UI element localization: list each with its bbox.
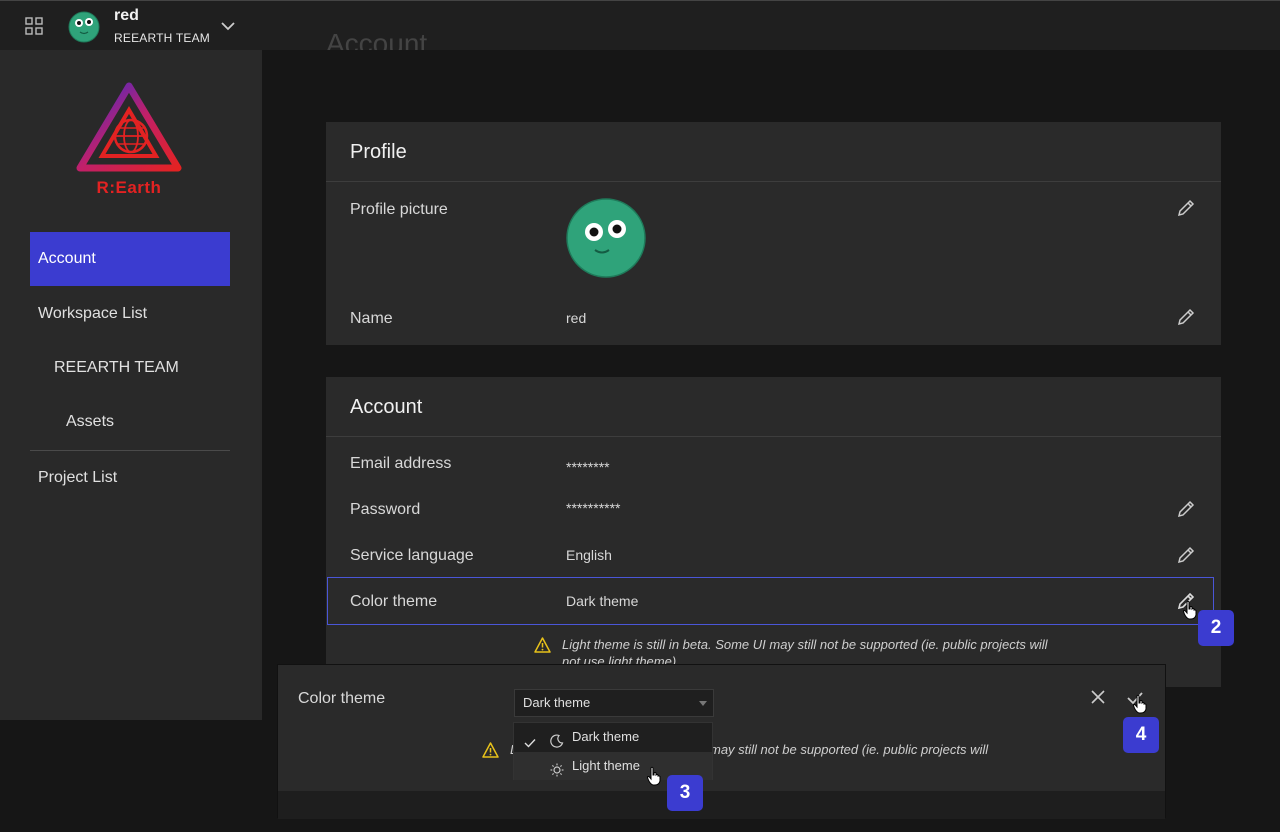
- light-theme-warning: Light theme is still in beta. Some UI ma…: [534, 636, 1054, 666]
- account-card: Account Email address ******** Password …: [326, 377, 1221, 687]
- option-dark-theme[interactable]: Dark theme: [514, 723, 712, 751]
- account-card-title: Account: [326, 377, 1221, 437]
- logo-text: R:Earth: [96, 178, 162, 197]
- step-badge-2: 2: [1198, 610, 1234, 646]
- sidebar-item-workspace-list[interactable]: Workspace List: [30, 287, 230, 341]
- hand-cursor-icon: [1132, 694, 1148, 714]
- edit-language-pencil-icon[interactable]: [1176, 545, 1196, 565]
- profile-avatar: [566, 198, 646, 278]
- color-theme-value: Dark theme: [566, 593, 639, 609]
- profile-card: Profile Profile picture Name red: [326, 122, 1221, 345]
- option-label: Light theme: [572, 758, 640, 773]
- sidebar-item-reearth-team[interactable]: REEARTH TEAM: [30, 341, 230, 395]
- option-label: Dark theme: [572, 729, 640, 744]
- email-label: Email address: [350, 455, 452, 472]
- color-theme-label: Color theme: [350, 593, 438, 610]
- team-name: REEARTH TEAM: [114, 31, 210, 45]
- warning-icon: [534, 637, 551, 653]
- profile-card-title: Profile: [326, 122, 1221, 182]
- email-value: ********: [566, 459, 610, 475]
- theme-select-value: Dark theme: [523, 695, 591, 710]
- step-badge-3: 3: [667, 775, 703, 811]
- hand-cursor-icon: [646, 766, 662, 786]
- password-label: Password: [350, 501, 421, 518]
- warning-icon: [482, 742, 499, 758]
- name-value: red: [566, 310, 587, 326]
- chevron-down-icon[interactable]: [220, 19, 236, 33]
- sun-icon: [550, 759, 564, 777]
- top-bar: red REEARTH TEAM: [0, 0, 1280, 50]
- color-theme-edit-panel: Color theme Dark theme L may still not b…: [277, 664, 1166, 819]
- language-label: Service language: [350, 547, 474, 564]
- edit-name-pencil-icon[interactable]: [1176, 307, 1196, 327]
- theme-select[interactable]: Dark theme: [514, 689, 714, 717]
- overlay-warning-suffix: may still not be supported (ie. public p…: [710, 742, 989, 757]
- check-icon: [524, 731, 536, 748]
- sidebar: R:Earth Account Workspace List REEARTH T…: [0, 50, 262, 720]
- edit-password-pencil-icon[interactable]: [1176, 499, 1196, 519]
- color-theme-row: [327, 577, 1214, 625]
- avatar[interactable]: [68, 11, 100, 43]
- language-value: English: [566, 547, 612, 563]
- user-name: red: [114, 7, 139, 24]
- theme-dropdown-menu: Dark theme Light theme: [513, 722, 713, 780]
- hand-cursor-icon: [1182, 600, 1198, 620]
- close-icon[interactable]: [1090, 689, 1106, 705]
- step-badge-4: 4: [1123, 717, 1159, 753]
- warning-text: Light theme is still in beta. Some UI ma…: [562, 637, 1048, 666]
- edit-picture-pencil-icon[interactable]: [1176, 198, 1196, 218]
- name-label: Name: [350, 310, 393, 327]
- overlay-footer: [278, 791, 1165, 819]
- sidebar-item-assets[interactable]: Assets: [30, 395, 230, 449]
- overlay-theme-label: Color theme: [298, 690, 386, 707]
- profile-picture-label: Profile picture: [350, 201, 448, 218]
- reearth-logo: R:Earth: [76, 82, 186, 200]
- page-title: Account: [326, 28, 428, 50]
- caret-down-icon: [699, 701, 707, 706]
- moon-icon: [550, 730, 564, 748]
- password-value: **********: [566, 500, 621, 516]
- sidebar-item-project-list[interactable]: Project List: [30, 451, 230, 505]
- apps-grid-icon[interactable]: [24, 16, 44, 36]
- sidebar-item-account[interactable]: Account: [30, 232, 230, 286]
